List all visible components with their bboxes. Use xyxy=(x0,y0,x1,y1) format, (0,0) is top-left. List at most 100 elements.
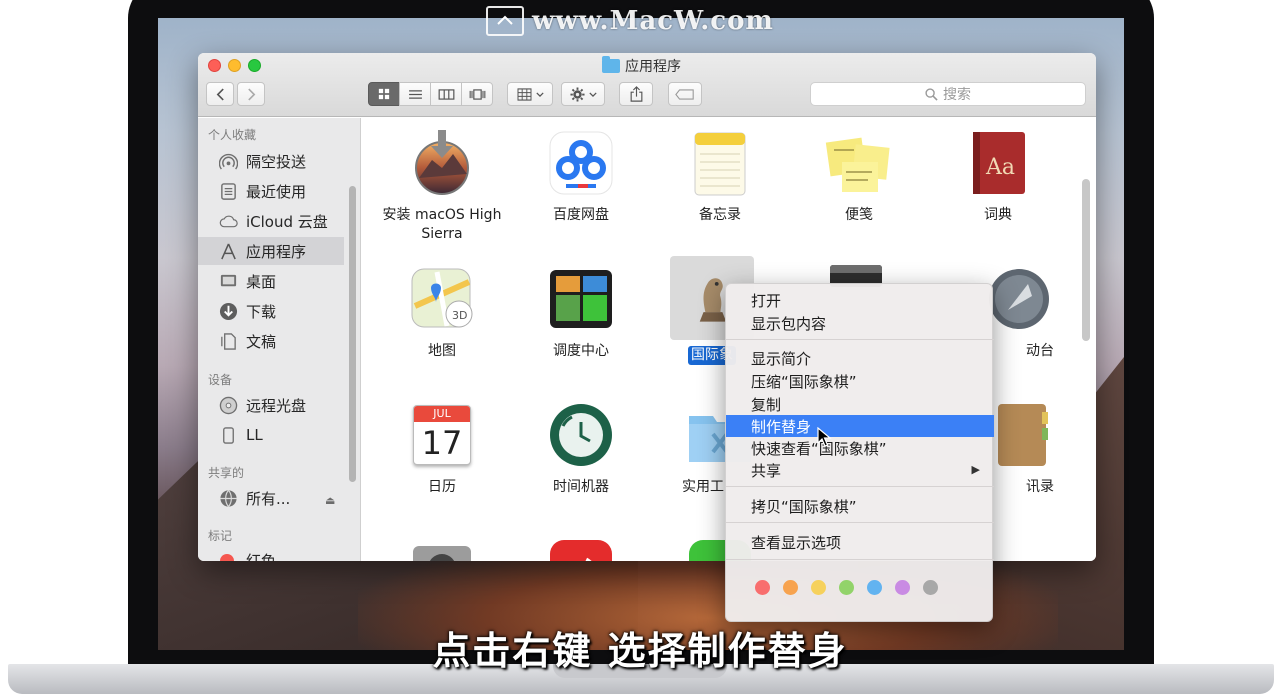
share-button[interactable] xyxy=(619,82,653,106)
grid-icon xyxy=(378,88,390,100)
back-button[interactable] xyxy=(206,82,234,106)
netease-music-icon xyxy=(546,536,616,561)
applications-icon xyxy=(218,241,238,261)
forward-button[interactable] xyxy=(237,82,265,106)
chevron-right-icon xyxy=(247,88,255,100)
monitor-icon xyxy=(486,6,524,36)
sidebar-item-applications[interactable]: 应用程序 xyxy=(198,237,344,265)
edit-tags-button[interactable] xyxy=(668,82,702,106)
menu-item-get-info[interactable]: 显示简介 xyxy=(726,347,994,369)
menu-separator xyxy=(726,339,994,340)
app-netease-music[interactable] xyxy=(511,536,651,561)
menu-item-make-alias[interactable]: 制作替身 xyxy=(726,415,994,437)
desktop-icon xyxy=(218,271,238,291)
tag-color-blue[interactable] xyxy=(867,580,882,595)
menu-item-label: 拷贝“国际象棋” xyxy=(751,497,857,516)
search-placeholder: 搜索 xyxy=(943,87,971,103)
camera-icon xyxy=(407,536,477,561)
menu-item-share[interactable]: 共享 ▶ xyxy=(726,459,994,481)
svg-text:3D: 3D xyxy=(452,309,467,322)
arrange-grid-icon xyxy=(516,87,532,101)
app-label: 词典 xyxy=(984,207,1012,223)
app-label: 安装 macOS High Sierra xyxy=(382,207,502,242)
app-macos-installer[interactable]: 安装 macOS High Sierra xyxy=(372,128,512,244)
watermark-text: www.MacW.com xyxy=(532,6,774,36)
sidebar-item-all-shared[interactable]: 所有... xyxy=(198,484,344,512)
tag-color-red[interactable] xyxy=(755,580,770,595)
menu-item-label: 显示简介 xyxy=(751,349,812,368)
app-label: 百度网盘 xyxy=(553,207,609,223)
mouse-cursor-icon xyxy=(817,427,832,447)
tag-color-green[interactable] xyxy=(839,580,854,595)
menu-item-quick-look[interactable]: 快速查看“国际象棋” xyxy=(726,437,994,459)
search-field[interactable]: 搜索 xyxy=(810,82,1086,106)
sidebar-item-airdrop[interactable]: 隔空投送 xyxy=(198,147,344,175)
app-mission-control[interactable]: 调度中心 xyxy=(511,264,651,361)
tag-color-orange[interactable] xyxy=(783,580,798,595)
view-mode-segmented xyxy=(368,82,493,106)
recents-icon xyxy=(218,181,238,201)
app-image-capture[interactable] xyxy=(372,536,512,561)
sidebar-scrollbar[interactable] xyxy=(349,186,356,482)
app-launchpad[interactable]: 动台 xyxy=(984,264,1054,361)
menu-separator xyxy=(726,559,994,560)
app-calendar[interactable]: JUL 17 日历 xyxy=(372,400,512,497)
app-label: 讯录 xyxy=(1026,479,1054,495)
sidebar-header-favorites: 个人收藏 xyxy=(208,128,257,142)
zoom-button[interactable] xyxy=(248,59,261,72)
app-contacts[interactable]: 讯录 xyxy=(984,400,1054,497)
menu-item-open[interactable]: 打开 xyxy=(726,289,994,311)
contacts-icon xyxy=(984,400,1054,470)
menu-item-label: 制作替身 xyxy=(751,417,812,436)
launchpad-icon xyxy=(984,264,1054,334)
sidebar: 个人收藏 隔空投送 最近使用 iCloud 云盘 应用程序 桌面 下载 文稿 设… xyxy=(198,118,361,561)
notes-icon xyxy=(685,128,755,198)
macos-installer-icon xyxy=(407,128,477,198)
sidebar-item-recents[interactable]: 最近使用 xyxy=(198,177,344,205)
tag-color-yellow[interactable] xyxy=(811,580,826,595)
column-view-button[interactable] xyxy=(430,82,462,106)
disc-icon xyxy=(218,395,238,415)
sidebar-header-shared: 共享的 xyxy=(208,466,245,480)
share-icon xyxy=(630,86,642,102)
menu-item-label: 查看显示选项 xyxy=(751,533,842,552)
app-stickies[interactable]: 便笺 xyxy=(789,128,929,225)
app-notes[interactable]: 备忘录 xyxy=(650,128,790,225)
menu-item-show-package-contents[interactable]: 显示包内容 xyxy=(726,312,994,334)
sidebar-item-icloud[interactable]: iCloud 云盘 xyxy=(198,207,344,235)
menu-item-label: 打开 xyxy=(751,291,782,310)
coverflow-icon xyxy=(469,88,485,100)
tag-color-gray[interactable] xyxy=(923,580,938,595)
content-scrollbar[interactable] xyxy=(1082,179,1090,341)
app-baidu-netdisk[interactable]: 百度网盘 xyxy=(511,128,651,225)
close-button[interactable] xyxy=(208,59,221,72)
menu-item-duplicate[interactable]: 复制 xyxy=(726,393,994,415)
icon-view-button[interactable] xyxy=(368,82,400,106)
sidebar-item-documents[interactable]: 文稿 xyxy=(198,327,344,355)
menu-item-show-view-options[interactable]: 查看显示选项 xyxy=(726,531,994,553)
menu-item-copy[interactable]: 拷贝“国际象棋” xyxy=(726,495,994,517)
sidebar-item-remote-disc[interactable]: 远程光盘 xyxy=(198,391,344,419)
list-view-button[interactable] xyxy=(399,82,431,106)
action-button[interactable] xyxy=(561,82,605,106)
arrange-button[interactable] xyxy=(507,82,553,106)
window-toolbar: 应用程序 搜索 xyxy=(198,53,1096,117)
app-time-machine[interactable]: 时间机器 xyxy=(511,400,651,497)
sidebar-item-downloads[interactable]: 下载 xyxy=(198,297,344,325)
dictionary-icon: Aa xyxy=(963,128,1033,198)
sidebar-item-desktop[interactable]: 桌面 xyxy=(198,267,344,295)
minimize-button[interactable] xyxy=(228,59,241,72)
app-dictionary[interactable]: Aa 词典 xyxy=(928,128,1068,225)
tag-color-purple[interactable] xyxy=(895,580,910,595)
context-menu: 打开 显示包内容 显示简介 压缩“国际象棋” 复制 制作替身 快速查看“国际象棋… xyxy=(725,283,994,622)
svg-text:Aa: Aa xyxy=(985,155,1015,180)
sidebar-item-ll[interactable]: LL xyxy=(198,421,344,449)
app-label: 动台 xyxy=(1026,343,1054,359)
maps-icon: 3D xyxy=(407,264,477,334)
sidebar-item-label: 红色 xyxy=(246,551,277,562)
gallery-view-button[interactable] xyxy=(461,82,493,106)
app-label: 时间机器 xyxy=(553,479,609,495)
menu-item-compress[interactable]: 压缩“国际象棋” xyxy=(726,370,994,392)
submenu-arrow-icon: ▶ xyxy=(971,463,980,476)
app-maps[interactable]: 3D 地图 xyxy=(372,264,512,361)
